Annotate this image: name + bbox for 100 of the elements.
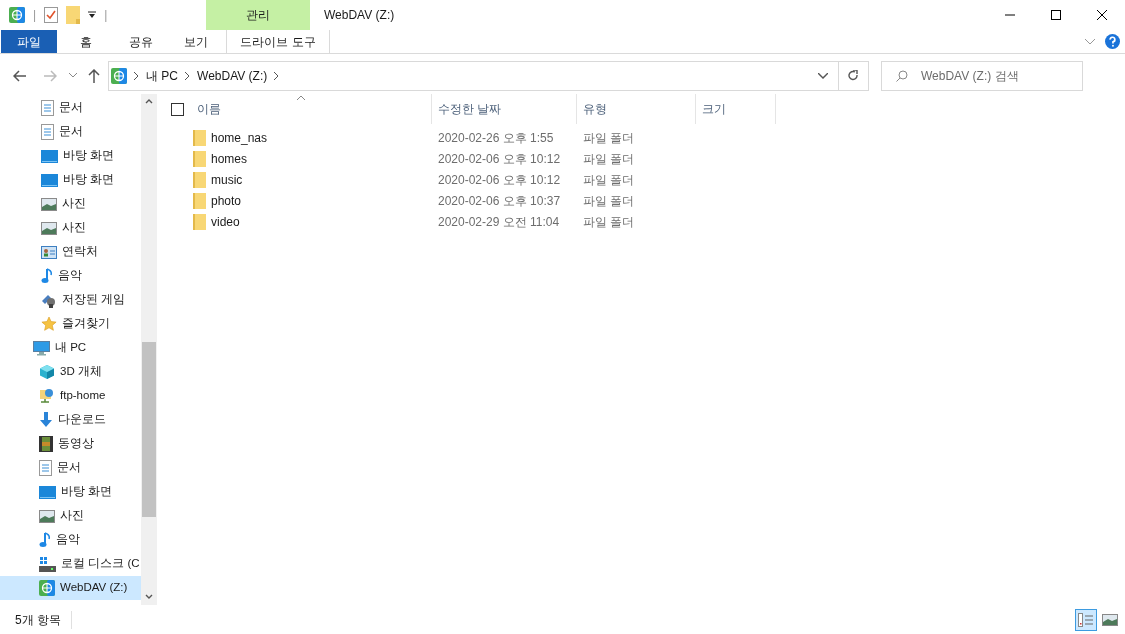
- file-name[interactable]: video: [211, 212, 240, 231]
- ribbon-tab[interactable]: 드라이브 도구: [226, 30, 330, 53]
- disk-drive-icon: [39, 556, 56, 572]
- nav-item[interactable]: 사진: [0, 192, 141, 216]
- chevron-right-icon: [274, 71, 280, 80]
- nav-item[interactable]: 사진: [0, 216, 141, 240]
- search-field[interactable]: WebDAV (Z:) 검색: [881, 60, 1083, 91]
- column-header[interactable]: 이름: [191, 94, 432, 124]
- nav-item[interactable]: 로컬 디스크 (C: [0, 552, 141, 576]
- nav-item[interactable]: 문서: [0, 456, 141, 480]
- table-cell-text: 파일 폴더: [582, 213, 636, 231]
- breadcrumb[interactable]: 내 PC: [146, 66, 178, 85]
- ribbon-tab[interactable]: 파일: [1, 30, 57, 53]
- separator-text: |: [33, 7, 37, 24]
- table-cell-text: 2020-02-26 오후 1:55: [437, 129, 555, 147]
- star-icon: [41, 316, 57, 332]
- game-piece-icon: [41, 292, 57, 308]
- table-cell-text: 파일 폴더: [582, 129, 636, 147]
- music-note-icon: [41, 268, 53, 284]
- breadcrumb[interactable]: WebDAV (Z:): [197, 66, 268, 85]
- file-name[interactable]: homes: [211, 149, 248, 168]
- picture-icon: [39, 509, 55, 523]
- column-header[interactable]: 수정한 날짜: [432, 94, 577, 124]
- nav-item[interactable]: ftp-home: [0, 384, 141, 408]
- drive-icon: [9, 7, 25, 23]
- music-note-icon: [39, 532, 51, 548]
- network-folder-icon: [39, 388, 55, 404]
- select-all-checkbox[interactable]: [171, 102, 184, 116]
- dropdown-caret-icon[interactable]: [88, 11, 97, 19]
- ribbon-tab[interactable]: 공유: [115, 30, 167, 53]
- window-title: WebDAV (Z:): [323, 7, 395, 24]
- chevron-right-icon: [134, 71, 139, 80]
- picture-icon: [41, 221, 57, 235]
- nav-item[interactable]: 다운로드: [0, 408, 141, 432]
- table-cell-text: 파일 폴더: [582, 171, 636, 189]
- table-cell-text: 2020-02-29 오전 11:04: [437, 213, 561, 231]
- item-count: 5개 항목: [15, 610, 72, 629]
- drive-icon: [39, 580, 55, 596]
- nav-item[interactable]: 사진: [0, 504, 141, 528]
- refresh-icon: [848, 69, 859, 82]
- film-strip-icon: [39, 436, 53, 452]
- back-arrow-icon[interactable]: [13, 69, 27, 82]
- nav-item[interactable]: 3D 개체: [0, 360, 141, 384]
- folder-icon: [193, 213, 206, 230]
- drive-icon: [111, 67, 127, 84]
- document-icon: [39, 460, 52, 476]
- computer-icon: [33, 340, 50, 356]
- up-arrow-icon[interactable]: [88, 68, 100, 83]
- file-name[interactable]: home_nas: [211, 128, 268, 147]
- table-cell-text: 파일 폴더: [582, 192, 636, 210]
- thumbnails-view-icon: [1102, 613, 1118, 626]
- down-arrow-icon: [39, 412, 53, 428]
- scrollbar[interactable]: [141, 94, 157, 605]
- chevron-down-icon[interactable]: [69, 73, 77, 78]
- table-cell-text: 2020-02-06 오후 10:12: [437, 150, 562, 168]
- document-icon: [41, 124, 54, 140]
- properties-icon[interactable]: [44, 7, 59, 23]
- nav-item[interactable]: WebDAV (Z:): [0, 576, 141, 600]
- nav-item[interactable]: 저장된 게임: [0, 288, 141, 312]
- details-view-icon: [1078, 612, 1094, 627]
- document-icon: [41, 100, 54, 116]
- table-cell-text: 2020-02-06 오후 10:12: [437, 171, 562, 189]
- nav-item[interactable]: 문서: [0, 96, 141, 120]
- nav-item[interactable]: 문서: [0, 120, 141, 144]
- chevron-right-icon: [185, 71, 190, 80]
- search-icon: [896, 69, 908, 82]
- file-name[interactable]: music: [211, 170, 243, 189]
- desktop-icon: [41, 149, 58, 163]
- nav-item[interactable]: 바탕 화면: [0, 480, 141, 504]
- ribbon-tab[interactable]: 홈: [60, 30, 112, 53]
- picture-icon: [41, 197, 57, 211]
- nav-item[interactable]: 즐겨찾기: [0, 312, 141, 336]
- desktop-icon: [39, 485, 56, 499]
- nav-item[interactable]: 연락처: [0, 240, 141, 264]
- help-icon[interactable]: [1105, 34, 1120, 49]
- separator-text: |: [104, 7, 108, 24]
- close-icon: [1097, 10, 1107, 20]
- column-header[interactable]: 크기: [696, 94, 776, 124]
- desktop-icon: [41, 173, 58, 187]
- nav-item[interactable]: 음악: [0, 528, 141, 552]
- sort-caret-icon: [297, 96, 305, 101]
- ribbon-tab[interactable]: 보기: [170, 30, 222, 53]
- cube-icon: [39, 364, 55, 380]
- nav-item[interactable]: 내 PC: [0, 336, 141, 360]
- context-tab-group: 관리: [206, 0, 310, 30]
- maximize-icon: [1051, 10, 1061, 20]
- folder-icon: [193, 129, 206, 146]
- folder-icon: [193, 171, 206, 188]
- address-field[interactable]: 내 PC WebDAV (Z:): [108, 60, 869, 91]
- nav-item[interactable]: 동영상: [0, 432, 141, 456]
- contact-card-icon: [41, 245, 57, 259]
- nav-item[interactable]: 음악: [0, 264, 141, 288]
- column-header[interactable]: 유형: [577, 94, 696, 124]
- folder-icon: [193, 150, 206, 167]
- file-name[interactable]: photo: [211, 191, 242, 210]
- table-cell-text: 2020-02-06 오후 10:37: [437, 192, 562, 210]
- nav-item[interactable]: 바탕 화면: [0, 168, 141, 192]
- details-view-button[interactable]: [1075, 608, 1097, 631]
- chevron-down-icon[interactable]: [818, 72, 828, 79]
- nav-item[interactable]: 바탕 화면: [0, 144, 141, 168]
